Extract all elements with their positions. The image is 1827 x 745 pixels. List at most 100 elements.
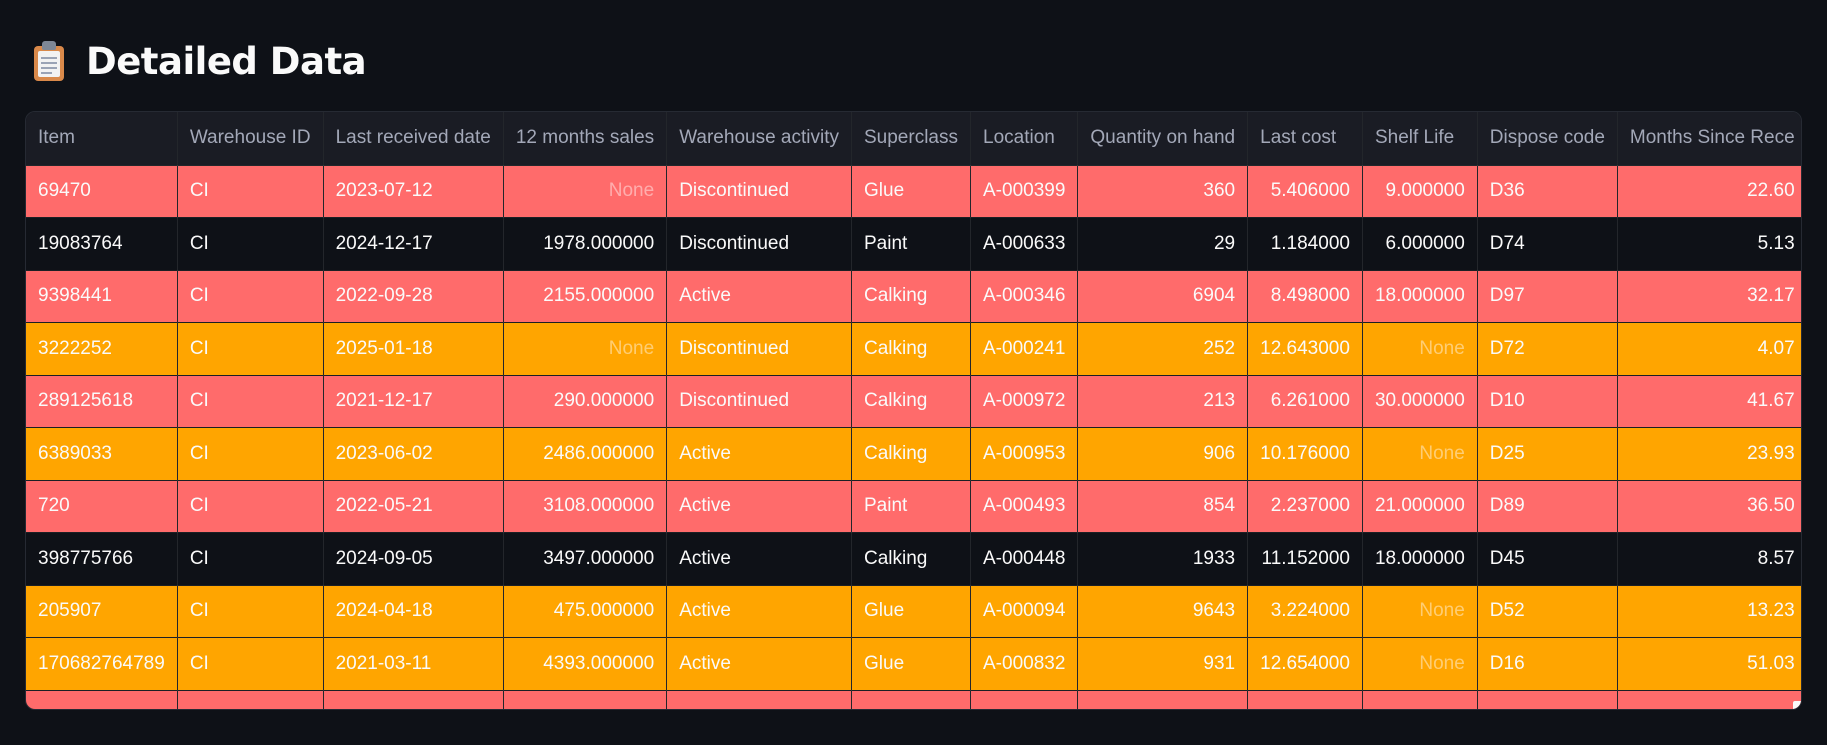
cell-dispose-code[interactable]: D16 bbox=[1477, 637, 1618, 691]
cell-warehouse-activity[interactable]: Active bbox=[666, 480, 852, 533]
column-header-item[interactable]: Item bbox=[26, 112, 178, 166]
cell-months-since-received[interactable]: 23.93 bbox=[1617, 427, 1801, 481]
cell-location[interactable]: A-000448 bbox=[970, 532, 1079, 586]
column-header-last-cost[interactable]: Last cost bbox=[1247, 112, 1363, 166]
table-row-partial[interactable] bbox=[26, 690, 1801, 709]
cell-last-cost[interactable]: 1.184000 bbox=[1247, 217, 1363, 271]
cell-last-cost[interactable]: 8.498000 bbox=[1247, 270, 1363, 323]
column-header-months-since-received[interactable]: Months Since Rece bbox=[1617, 112, 1801, 166]
cell-dispose-code[interactable]: D74 bbox=[1477, 217, 1618, 271]
cell-shelf-life[interactable]: None bbox=[1362, 585, 1478, 638]
cell-warehouse-id[interactable]: CI bbox=[177, 532, 324, 586]
cell-item[interactable]: 289125618 bbox=[26, 375, 178, 428]
cell-warehouse-activity[interactable]: Discontinued bbox=[666, 375, 852, 428]
column-header-last-received-date[interactable]: Last received date bbox=[323, 112, 504, 166]
cell-quantity-on-hand[interactable]: 854 bbox=[1077, 480, 1249, 533]
cell-location[interactable]: A-000493 bbox=[970, 480, 1079, 533]
table-row[interactable]: 69470 CI 2023-07-12 None Discontinued Glue A-0… bbox=[26, 165, 1801, 218]
cell-item[interactable]: 170682764789 bbox=[26, 637, 178, 691]
table-row[interactable]: 9398441 CI 2022-09-28 2155.000000 Active Calk… bbox=[26, 270, 1801, 323]
cell-warehouse-activity[interactable]: Discontinued bbox=[666, 165, 852, 218]
cell-warehouse-id[interactable]: CI bbox=[177, 427, 324, 481]
cell-superclass[interactable]: Calking bbox=[851, 532, 971, 586]
cell-superclass[interactable]: Paint bbox=[851, 480, 971, 533]
column-header-warehouse-activity[interactable]: Warehouse activity bbox=[666, 112, 852, 166]
cell-last-cost[interactable]: 10.176000 bbox=[1247, 427, 1363, 481]
cell-item[interactable]: 6389033 bbox=[26, 427, 178, 481]
cell-warehouse-id[interactable]: CI bbox=[177, 217, 324, 271]
cell-item[interactable]: 19083764 bbox=[26, 217, 178, 271]
column-header-12-months-sales[interactable]: 12 months sales bbox=[503, 112, 668, 166]
cell-warehouse-activity[interactable]: Active bbox=[666, 637, 852, 691]
cell-warehouse-activity[interactable]: Discontinued bbox=[666, 217, 852, 271]
table-row[interactable]: 398775766 CI 2024-09-05 3497.000000 Active Ca… bbox=[26, 532, 1801, 586]
cell-warehouse-activity[interactable]: Active bbox=[666, 427, 852, 481]
cell-last-received-date[interactable]: 2023-07-12 bbox=[323, 165, 504, 218]
cell-quantity-on-hand[interactable]: 252 bbox=[1077, 322, 1249, 376]
cell-last-received-date[interactable]: 2024-12-17 bbox=[323, 217, 504, 271]
cell-12-months-sales[interactable]: 290.000000 bbox=[503, 375, 668, 428]
cell-superclass[interactable]: Calking bbox=[851, 322, 971, 376]
cell-last-cost[interactable]: 2.237000 bbox=[1247, 480, 1363, 533]
cell-dispose-code[interactable]: D89 bbox=[1477, 480, 1618, 533]
cell-warehouse-id[interactable]: CI bbox=[177, 270, 324, 323]
cell-last-received-date[interactable]: 2025-01-18 bbox=[323, 322, 504, 376]
cell-superclass[interactable]: Glue bbox=[851, 585, 971, 638]
cell-last-cost[interactable]: 12.643000 bbox=[1247, 322, 1363, 376]
cell-item[interactable]: 398775766 bbox=[26, 532, 178, 586]
table-row[interactable]: 720 CI 2022-05-21 3108.000000 Active Paint A-0… bbox=[26, 480, 1801, 533]
cell-superclass[interactable]: Calking bbox=[851, 270, 971, 323]
table-row[interactable]: 289125618 CI 2021-12-17 290.000000 Discontin… bbox=[26, 375, 1801, 428]
cell-shelf-life[interactable]: None bbox=[1362, 637, 1478, 691]
cell-location[interactable]: A-000953 bbox=[970, 427, 1079, 481]
cell-last-cost[interactable]: 5.406000 bbox=[1247, 165, 1363, 218]
cell-12-months-sales[interactable]: None bbox=[503, 165, 668, 218]
cell-warehouse-activity[interactable]: Active bbox=[666, 585, 852, 638]
cell-12-months-sales[interactable]: 2155.000000 bbox=[503, 270, 668, 323]
column-header-dispose-code[interactable]: Dispose code bbox=[1477, 112, 1618, 166]
cell-last-cost[interactable]: 12.654000 bbox=[1247, 637, 1363, 691]
cell-warehouse-activity[interactable]: Discontinued bbox=[666, 322, 852, 376]
cell-months-since-received[interactable]: 13.23 bbox=[1617, 585, 1801, 638]
cell-12-months-sales[interactable]: 475.000000 bbox=[503, 585, 668, 638]
column-header-quantity-on-hand[interactable]: Quantity on hand bbox=[1077, 112, 1249, 166]
cell-12-months-sales[interactable]: None bbox=[503, 322, 668, 376]
column-header-warehouse-id[interactable]: Warehouse ID bbox=[177, 112, 324, 166]
cell-last-received-date[interactable]: 2022-09-28 bbox=[323, 270, 504, 323]
cell-location[interactable]: A-000346 bbox=[970, 270, 1079, 323]
cell-quantity-on-hand[interactable]: 906 bbox=[1077, 427, 1249, 481]
cell-months-since-received[interactable]: 22.60 bbox=[1617, 165, 1801, 218]
cell-warehouse-id[interactable]: CI bbox=[177, 322, 324, 376]
cell-months-since-received[interactable]: 36.50 bbox=[1617, 480, 1801, 533]
cell-item[interactable]: 3222252 bbox=[26, 322, 178, 376]
cell-quantity-on-hand[interactable]: 1933 bbox=[1077, 532, 1249, 586]
cell-dispose-code[interactable]: D25 bbox=[1477, 427, 1618, 481]
cell-warehouse-activity[interactable]: Active bbox=[666, 270, 852, 323]
cell-dispose-code[interactable]: D45 bbox=[1477, 532, 1618, 586]
cell-warehouse-id[interactable]: CI bbox=[177, 165, 324, 218]
table-row[interactable]: 205907 CI 2024-04-18 475.000000 Active Glue A-… bbox=[26, 585, 1801, 638]
cell-quantity-on-hand[interactable]: 360 bbox=[1077, 165, 1249, 218]
cell-shelf-life[interactable]: 6.000000 bbox=[1362, 217, 1478, 271]
cell-location[interactable]: A-000241 bbox=[970, 322, 1079, 376]
cell-warehouse-id[interactable]: CI bbox=[177, 585, 324, 638]
cell-12-months-sales[interactable]: 3108.000000 bbox=[503, 480, 668, 533]
cell-superclass[interactable]: Calking bbox=[851, 375, 971, 428]
table-row[interactable]: 19083764 CI 2024-12-17 1978.000000 Discontin… bbox=[26, 217, 1801, 271]
cell-dispose-code[interactable]: D36 bbox=[1477, 165, 1618, 218]
cell-shelf-life[interactable]: 18.000000 bbox=[1362, 532, 1478, 586]
cell-location[interactable]: A-000832 bbox=[970, 637, 1079, 691]
cell-months-since-received[interactable]: 5.13 bbox=[1617, 217, 1801, 271]
cell-12-months-sales[interactable]: 3497.000000 bbox=[503, 532, 668, 586]
cell-location[interactable]: A-000972 bbox=[970, 375, 1079, 428]
cell-last-received-date[interactable]: 2024-04-18 bbox=[323, 585, 504, 638]
cell-dispose-code[interactable]: D52 bbox=[1477, 585, 1618, 638]
cell-last-received-date[interactable]: 2022-05-21 bbox=[323, 480, 504, 533]
cell-superclass[interactable]: Paint bbox=[851, 217, 971, 271]
cell-shelf-life[interactable]: 18.000000 bbox=[1362, 270, 1478, 323]
cell-last-received-date[interactable]: 2023-06-02 bbox=[323, 427, 504, 481]
cell-months-since-received[interactable]: 41.67 bbox=[1617, 375, 1801, 428]
cell-dispose-code[interactable]: D97 bbox=[1477, 270, 1618, 323]
cell-months-since-received[interactable]: 32.17 bbox=[1617, 270, 1801, 323]
data-grid[interactable]: Item Warehouse ID Last received date 12 … bbox=[25, 111, 1802, 710]
